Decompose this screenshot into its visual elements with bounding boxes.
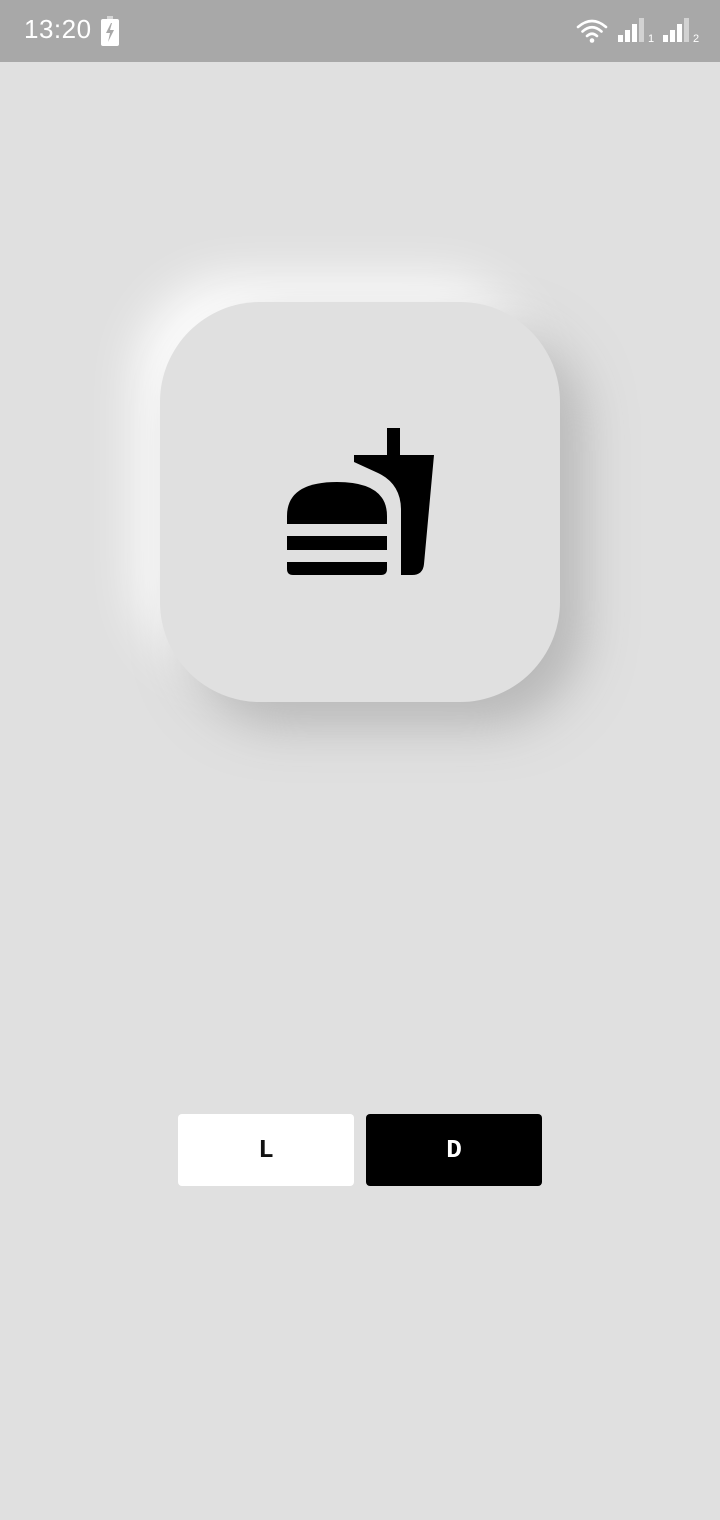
status-time: 13:20: [24, 14, 92, 44]
wifi-icon: [576, 19, 608, 43]
signal-icon: 1: [618, 18, 654, 45]
dark-mode-button[interactable]: D: [366, 1114, 542, 1186]
battery-charging-icon: [101, 16, 119, 46]
signal-icon: 2: [663, 18, 699, 45]
sim1-label: 1: [648, 33, 654, 45]
sim2-label: 2: [693, 33, 699, 45]
light-mode-button[interactable]: L: [178, 1114, 354, 1186]
fastfood-icon: [287, 428, 434, 575]
status-bar: 13:20 1 2: [0, 0, 720, 62]
